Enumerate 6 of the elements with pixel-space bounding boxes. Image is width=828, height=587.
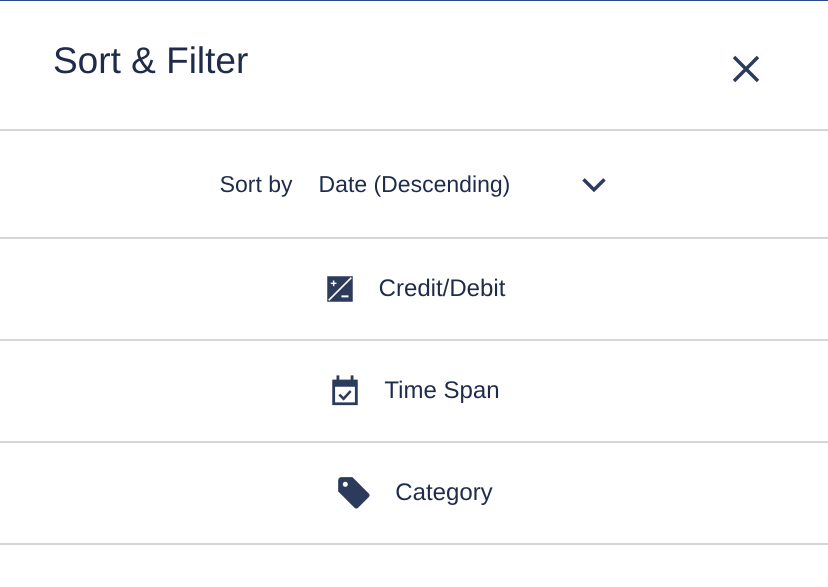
filter-option[interactable]: Credit/Debit xyxy=(0,239,828,341)
sort-dropdown[interactable]: Date (Descending) xyxy=(318,166,608,202)
filter-option[interactable]: Time Span xyxy=(0,341,828,443)
sort-label: Sort by xyxy=(220,170,293,199)
filter-option[interactable]: Category xyxy=(0,443,828,545)
panel-title: Sort & Filter xyxy=(53,39,248,83)
